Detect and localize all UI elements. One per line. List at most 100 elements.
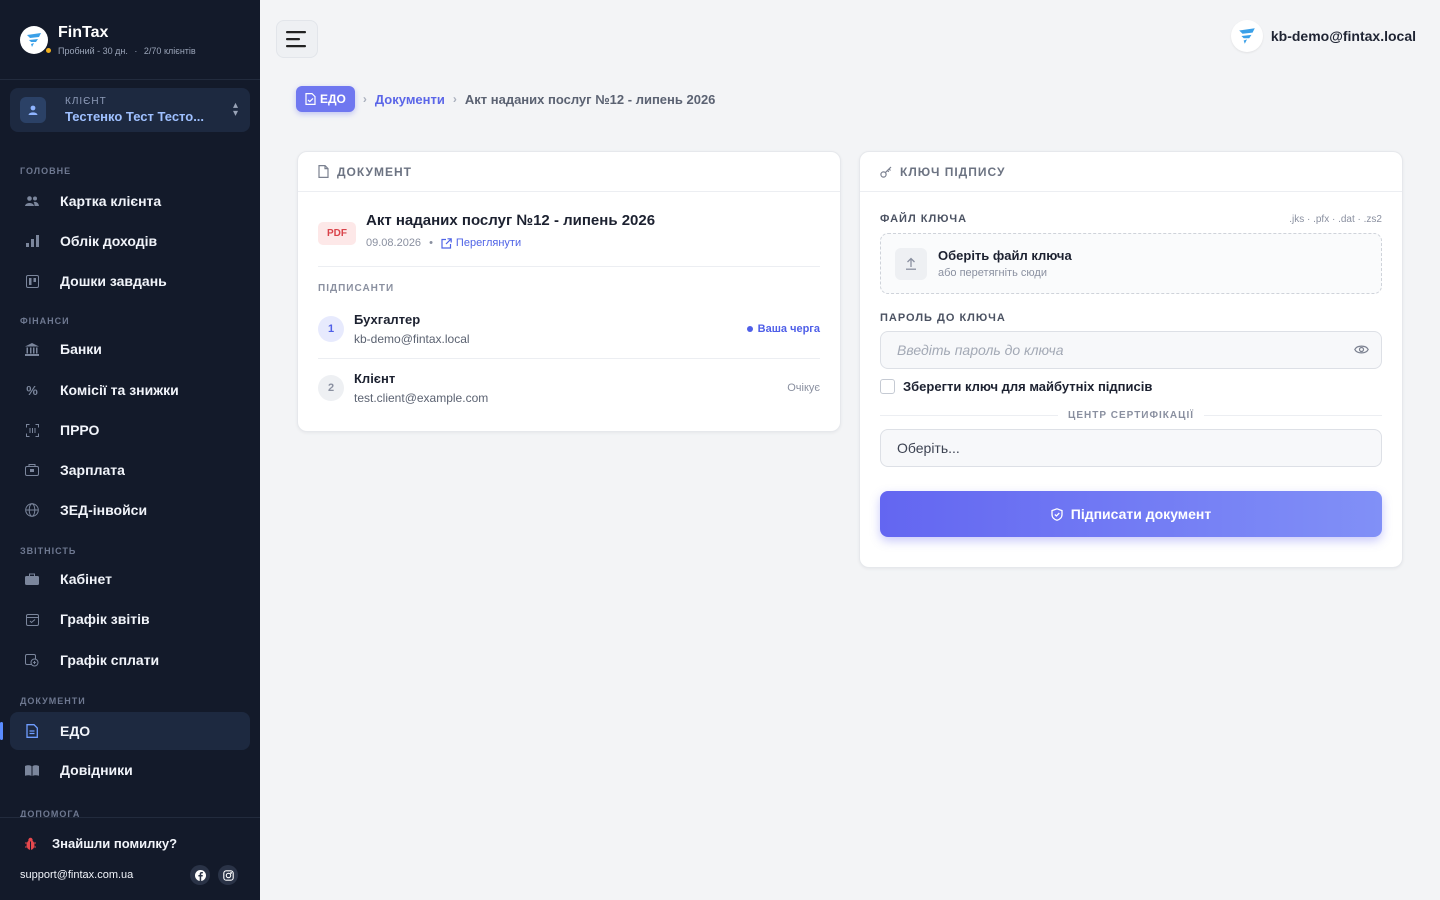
nav-edo[interactable]: ЕДО <box>0 712 250 750</box>
hamburger-icon <box>286 30 308 48</box>
sign-document-button[interactable]: Підписати документ <box>880 491 1382 537</box>
upload-icon <box>895 247 927 280</box>
globe-icon <box>24 502 40 518</box>
key-file-dropzone[interactable]: Оберіть файл ключа або перетягніть сюди <box>880 233 1382 294</box>
nav-label: Картка клієнта <box>60 193 162 209</box>
nav-payment-schedule[interactable]: Графік сплати <box>10 641 250 679</box>
nav-label: Графік сплати <box>60 652 160 668</box>
signer-email: test.client@example.com <box>354 390 489 405</box>
key-file-extensions: .jks · .pfx · .dat · .zs2 <box>1289 213 1382 225</box>
board-icon <box>24 273 40 289</box>
section-reports: Звітність <box>20 546 77 556</box>
nav-cabinet[interactable]: Кабінет <box>10 560 250 598</box>
key-card-header: КЛЮЧ ПІДПИСУ <box>860 152 1402 192</box>
document-date: 09.08.2026 <box>366 237 422 249</box>
nav-income[interactable]: Облік доходів <box>10 222 250 260</box>
support-email[interactable]: support@fintax.com.ua <box>20 869 133 881</box>
chevron-up-down-icon: ▴ ▾ <box>232 100 238 119</box>
signer-status: Очікує <box>787 381 820 394</box>
certification-center-label: ЦЕНТР СЕРТИФІКАЦІЇ <box>1068 410 1194 421</box>
signer-row: 1 Бухгалтер kb-demo@fintax.local Ваша че… <box>318 300 820 358</box>
key-card-title: КЛЮЧ ПІДПИСУ <box>900 164 1006 179</box>
signer-number: 2 <box>318 374 344 401</box>
key-password-input[interactable]: Введіть пароль до ключа <box>880 331 1382 369</box>
save-key-option[interactable]: Зберегти ключ для майбутніх підписів <box>880 379 1382 394</box>
signer-name: Клієнт <box>354 370 396 386</box>
brand-subtitle: Пробний - 30 дн. · 2/70 клієнтів <box>58 45 196 56</box>
signer-status: Ваша черга <box>747 323 820 335</box>
nav-commissions[interactable]: % Комісії та знижки <box>10 371 250 409</box>
brand-name: FinTax <box>58 23 109 41</box>
signer-row: 2 Клієнт test.client@example.com Очікує <box>318 358 820 416</box>
client-avatar-icon <box>20 97 46 123</box>
client-name: Тестенко Тест Тесто... <box>65 109 205 124</box>
document-icon <box>24 723 40 739</box>
users-icon <box>24 193 40 209</box>
nav-banks[interactable]: Банки <box>10 330 250 368</box>
pdf-badge: PDF <box>318 222 356 245</box>
file-icon <box>318 165 329 178</box>
report-bug-link[interactable]: Знайшли помилку? <box>0 818 260 851</box>
certification-center-value: Оберіть... <box>897 440 960 456</box>
client-label: КЛІЄНТ <box>65 96 107 107</box>
sign-document-label: Підписати документ <box>1070 506 1212 522</box>
nav-label: ЗЕД-інвойси <box>60 502 148 518</box>
nav-label: Банки <box>60 341 102 357</box>
view-document-link[interactable]: Переглянути <box>441 237 521 249</box>
nav-task-boards[interactable]: Дошки завдань <box>10 262 250 300</box>
key-password-label: ПАРОЛЬ ДО КЛЮЧА <box>880 312 1006 324</box>
nav-directories[interactable]: Довідники <box>10 751 250 789</box>
breadcrumb-edo-label: ЕДО <box>320 92 346 106</box>
nav-label: Комісії та знижки <box>60 382 179 398</box>
trial-label: Пробний - 30 дн. <box>58 45 128 56</box>
menu-toggle-button[interactable] <box>276 20 318 58</box>
report-bug-label: Знайшли помилку? <box>52 836 178 851</box>
client-selector[interactable]: КЛІЄНТ Тестенко Тест Тесто... ▴ ▾ <box>10 88 250 132</box>
nav-label: ПРРО <box>60 422 100 438</box>
instagram-icon[interactable] <box>218 865 238 885</box>
nav-salary[interactable]: Зарплата <box>10 451 250 489</box>
nav-label: ЕДО <box>60 723 91 739</box>
bar-chart-icon <box>24 233 40 249</box>
meta-dot: • <box>429 237 433 249</box>
breadcrumb: ЕДО › Документи › Акт наданих послуг №12… <box>296 86 715 112</box>
user-menu[interactable]: kb-demo@fintax.local <box>1230 20 1416 52</box>
scan-icon <box>24 422 40 438</box>
nav-label: Дошки завдань <box>60 273 167 289</box>
document-card: ДОКУМЕНТ PDF Акт наданих послуг №12 - ли… <box>297 151 841 432</box>
nav-label: Облік доходів <box>60 233 158 249</box>
section-main: Головне <box>20 166 72 176</box>
eye-icon[interactable] <box>1354 344 1369 355</box>
certification-center-select[interactable]: Оберіть... <box>880 429 1382 467</box>
signer-number: 1 <box>318 316 344 342</box>
facebook-icon[interactable] <box>190 865 210 885</box>
trial-status-dot <box>46 47 51 53</box>
password-placeholder: Введіть пароль до ключа <box>897 342 1064 358</box>
document-title: Акт наданих послуг №12 - липень 2026 <box>366 212 656 229</box>
breadcrumb-documents[interactable]: Документи <box>375 92 445 107</box>
certification-center-separator: ЦЕНТР СЕРТИФІКАЦІЇ <box>880 410 1382 421</box>
book-icon <box>24 762 40 778</box>
nav-report-schedule[interactable]: Графік звітів <box>10 600 250 638</box>
user-email: kb-demo@fintax.local <box>1270 28 1416 44</box>
dropzone-title: Оберіть файл ключа <box>938 248 1072 263</box>
bug-icon <box>24 837 37 851</box>
payment-icon <box>24 652 40 668</box>
nav-label: Графік звітів <box>60 611 150 627</box>
nav-zed-invoices[interactable]: ЗЕД-інвойси <box>10 491 250 529</box>
wallet-icon <box>24 462 40 478</box>
clients-count: 2/70 клієнтів <box>143 45 196 56</box>
section-docs: Документи <box>20 696 86 706</box>
nav-prro[interactable]: ПРРО <box>10 411 250 449</box>
shield-check-icon <box>1051 507 1063 521</box>
brand[interactable]: FinTax Пробний - 30 дн. · 2/70 клієнтів <box>0 0 260 80</box>
save-key-label: Зберегти ключ для майбутніх підписів <box>903 379 1153 394</box>
view-document-label: Переглянути <box>455 237 522 249</box>
bank-icon <box>24 341 40 357</box>
breadcrumb-current: Акт наданих послуг №12 - липень 2026 <box>464 91 716 107</box>
calendar-icon <box>24 611 40 627</box>
nav-client-card[interactable]: Картка клієнта <box>10 182 250 220</box>
breadcrumb-edo[interactable]: ЕДО <box>296 86 355 112</box>
save-key-checkbox[interactable] <box>880 379 895 394</box>
sidebar: FinTax Пробний - 30 дн. · 2/70 клієнтів … <box>0 0 260 900</box>
